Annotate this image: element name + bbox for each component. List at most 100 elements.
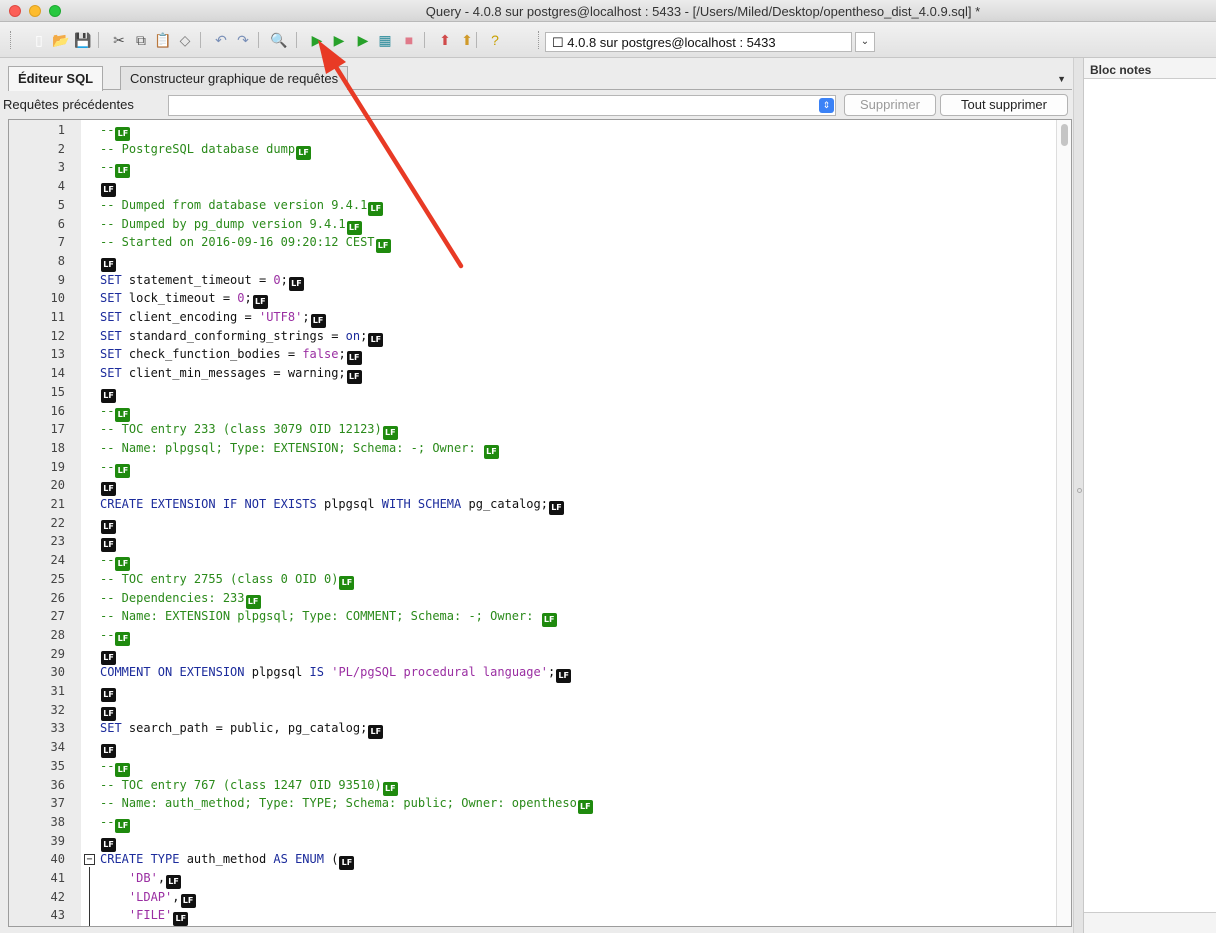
line-number: 40 bbox=[50, 852, 65, 867]
tab-sql-editor[interactable]: Éditeur SQL bbox=[8, 66, 104, 91]
line-feed-marker: LF bbox=[115, 127, 131, 141]
line-feed-marker: LF bbox=[375, 239, 391, 254]
line-feed-marker: LF bbox=[180, 893, 196, 908]
fold-guide-line bbox=[89, 867, 90, 926]
pane-splitter[interactable] bbox=[1073, 58, 1083, 933]
line-number: 43 bbox=[50, 908, 65, 923]
line-feed-marker: LF bbox=[101, 706, 116, 721]
line-number: 30 bbox=[50, 665, 65, 680]
code-text: LF bbox=[100, 253, 116, 272]
save-icon[interactable]: 💾 bbox=[74, 31, 92, 49]
tab-list-menu-icon[interactable]: ▼ bbox=[1057, 74, 1066, 84]
code-token: WITH SCHEMA bbox=[381, 497, 462, 511]
line-feed-marker: LF bbox=[101, 837, 116, 852]
toolbar-separator bbox=[424, 32, 425, 48]
vertical-scrollbar[interactable] bbox=[1056, 120, 1071, 926]
execute-to-file-icon[interactable]: ▶ bbox=[354, 31, 372, 49]
cut-icon[interactable]: ✂ bbox=[110, 31, 128, 49]
code-line: 41 'DB', LF bbox=[9, 870, 1049, 889]
code-text: LF bbox=[100, 646, 116, 665]
line-number: 42 bbox=[50, 889, 65, 904]
code-text: -- LF bbox=[100, 552, 131, 572]
code-token: SET bbox=[100, 328, 122, 343]
code-text: LF bbox=[100, 702, 116, 721]
notes-textarea[interactable] bbox=[1084, 78, 1216, 913]
previous-queries-row: Requêtes précédentes ⇕ Supprimer Tout su… bbox=[0, 94, 1072, 118]
code-text: SET standard_conforming_strings = on; LF bbox=[100, 328, 384, 347]
code-token: pg_catalog; bbox=[461, 497, 548, 511]
execute-icon[interactable]: ▶ bbox=[308, 31, 326, 49]
sql-editor[interactable]: 1 -- LF 2 -- PostgreSQL database dump LF 3 -- LF… bbox=[8, 119, 1072, 927]
chevron-down-icon[interactable]: ⌄ bbox=[855, 32, 875, 52]
code-token: CREATE EXTENSION IF NOT EXISTS bbox=[100, 497, 317, 511]
code-line: 10 SET lock_timeout = 0; LF bbox=[9, 290, 1049, 310]
editor-tabs: Éditeur SQL Constructeur graphique de re… bbox=[8, 64, 1072, 91]
code-line: 22 LF bbox=[9, 515, 1049, 534]
code-line: 14 SET client_min_messages = warning; LF bbox=[9, 365, 1049, 385]
help-icon[interactable]: ? bbox=[486, 31, 504, 49]
line-number: 7 bbox=[57, 235, 65, 250]
code-token: client_encoding = bbox=[121, 310, 259, 324]
code-token: on bbox=[345, 328, 361, 343]
code-token: standard_conforming_strings = bbox=[121, 328, 346, 343]
line-feed-marker: LF bbox=[483, 444, 499, 459]
code-token: SET bbox=[100, 721, 122, 736]
code-token: -- bbox=[100, 459, 115, 474]
favourites-icon[interactable]: ⬆ bbox=[458, 31, 476, 49]
line-feed-marker: LF bbox=[101, 650, 116, 665]
delete-button[interactable]: Supprimer bbox=[844, 94, 936, 116]
code-token: -- Dumped from database version 9.4.1 bbox=[100, 197, 368, 212]
find-icon[interactable]: 🔍 bbox=[270, 31, 288, 49]
line-feed-marker: LF bbox=[101, 388, 116, 403]
macros-icon[interactable]: ⬆ bbox=[436, 31, 454, 49]
line-feed-marker: LF bbox=[115, 818, 131, 833]
scrollbar-thumb[interactable] bbox=[1061, 124, 1068, 146]
connection-select[interactable]: ☐ 4.0.8 sur postgres@localhost : 5433 bbox=[545, 32, 852, 52]
code-line: 5 -- Dumped from database version 9.4.1 LF bbox=[9, 197, 1049, 216]
line-feed-marker: LF bbox=[101, 183, 116, 198]
line-feed-marker: LF bbox=[288, 276, 304, 291]
toolbar-grip[interactable] bbox=[10, 31, 13, 49]
code-token: search_path = public, pg_catalog; bbox=[121, 721, 368, 736]
explain-icon[interactable]: ▦ bbox=[376, 31, 394, 49]
clear-icon[interactable]: ◇ bbox=[176, 31, 194, 49]
code-text: -- Dumped by pg_dump version 9.4.1 LF bbox=[100, 216, 362, 235]
code-token: -- Name: EXTENSION plpgsql; Type: COMMEN… bbox=[100, 609, 541, 624]
cancel-query-icon[interactable]: ■ bbox=[400, 31, 418, 49]
line-number: 36 bbox=[50, 777, 65, 792]
open-folder-icon[interactable]: 📂 bbox=[52, 31, 70, 49]
execute-pgscript-icon[interactable]: ▶ bbox=[330, 31, 348, 49]
window-title: Query - 4.0.8 sur postgres@localhost : 5… bbox=[425, 4, 981, 19]
code-line: 39 LF bbox=[9, 833, 1049, 852]
line-feed-marker: LF bbox=[556, 669, 572, 684]
code-token: ; bbox=[244, 291, 252, 306]
line-feed-marker: LF bbox=[339, 856, 355, 871]
previous-queries-select[interactable]: ⇕ bbox=[168, 95, 836, 116]
code-token: , bbox=[157, 871, 166, 885]
code-token: 'LDAP' bbox=[128, 889, 173, 904]
toolbar-grip[interactable] bbox=[538, 31, 541, 49]
toolbar-separator bbox=[296, 32, 297, 48]
select-arrows-icon[interactable]: ⇕ bbox=[819, 98, 834, 113]
code-text: LF bbox=[100, 178, 116, 198]
code-token: COMMENT ON EXTENSION bbox=[100, 665, 245, 680]
line-feed-marker: LF bbox=[541, 613, 557, 628]
line-number: 21 bbox=[50, 497, 65, 511]
undo-icon[interactable]: ↶ bbox=[212, 31, 230, 49]
code-text: -- Dumped from database version 9.4.1 LF bbox=[100, 197, 384, 216]
code-token: -- bbox=[100, 627, 115, 642]
copy-icon[interactable]: ⧉ bbox=[132, 31, 150, 49]
code-text: LF bbox=[100, 515, 116, 534]
splitter-handle-icon[interactable] bbox=[1077, 488, 1082, 493]
line-feed-marker: LF bbox=[101, 688, 116, 702]
code-line: 8 LF bbox=[9, 253, 1049, 272]
tab-graphical-query-builder[interactable]: Constructeur graphique de requêtes bbox=[120, 66, 349, 90]
code-line: 25 -- TOC entry 2755 (class 0 OID 0) LF bbox=[9, 571, 1049, 590]
redo-icon[interactable]: ↷ bbox=[234, 31, 252, 49]
notes-pane: Bloc notes bbox=[1083, 58, 1216, 933]
line-number: 4 bbox=[57, 179, 65, 194]
fold-toggle-icon[interactable]: − bbox=[84, 854, 95, 866]
new-file-icon[interactable]: ▯ bbox=[30, 31, 48, 49]
delete-all-button[interactable]: Tout supprimer bbox=[940, 94, 1068, 116]
paste-icon[interactable]: 📋 bbox=[154, 31, 172, 49]
